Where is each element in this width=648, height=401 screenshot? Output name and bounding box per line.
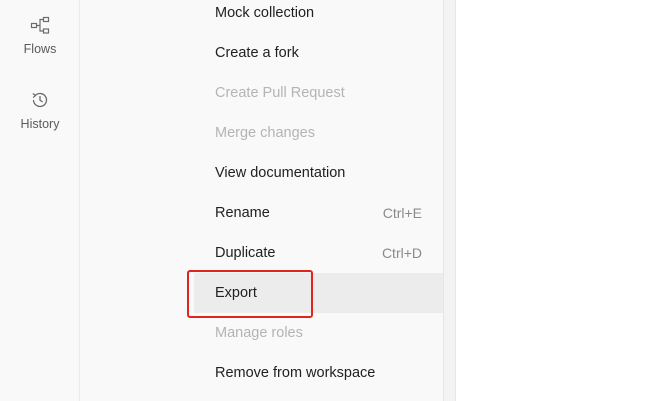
menu-item-view-documentation[interactable]: View documentation (194, 153, 443, 193)
menu-item-label: Duplicate (215, 245, 276, 261)
menu-item-label: Merge changes (215, 125, 315, 141)
menu-item-merge-changes: Merge changes (194, 113, 443, 153)
menu-item-shortcut: Ctrl+E (382, 205, 422, 221)
menu-item-mock-collection[interactable]: Mock collection (194, 0, 443, 33)
context-menu: Mock collection Create a fork Create Pul… (194, 0, 444, 401)
sidebar-item-flows[interactable]: Flows (0, 14, 80, 56)
menu-item-manage-roles: Manage roles (194, 313, 443, 353)
menu-item-export[interactable]: Export (194, 273, 443, 313)
menu-item-label: Create a fork (215, 45, 299, 61)
sidebar-item-label: Flows (23, 42, 57, 56)
menu-item-label: Create Pull Request (215, 85, 345, 101)
menu-item-shortcut: Ctrl+D (381, 245, 422, 261)
menu-item-label: View documentation (215, 165, 346, 181)
left-sidebar: Flows History (0, 0, 80, 401)
menu-item-create-fork[interactable]: Create a fork (194, 33, 443, 73)
main-content-area (455, 0, 648, 401)
flows-icon (30, 16, 50, 34)
menu-shadow-gap (444, 0, 455, 401)
history-icon (32, 92, 48, 108)
menu-item-label: Rename (215, 205, 270, 221)
sidebar-item-label: History (20, 117, 60, 131)
menu-item-label: Remove from workspace (215, 365, 376, 381)
menu-item-label: Manage roles (215, 325, 303, 341)
app-window: Flows History Mock collection Create a f… (0, 0, 648, 401)
menu-item-rename[interactable]: Rename Ctrl+E (194, 193, 443, 233)
menu-item-create-pull-request: Create Pull Request (194, 73, 443, 113)
sidebar-item-history[interactable]: History (0, 89, 80, 131)
menu-item-remove-from-workspace[interactable]: Remove from workspace (194, 353, 443, 393)
menu-item-label: Export (215, 285, 257, 301)
menu-item-label: Mock collection (215, 5, 315, 21)
menu-item-duplicate[interactable]: Duplicate Ctrl+D (194, 233, 443, 273)
collection-panel (80, 0, 194, 401)
